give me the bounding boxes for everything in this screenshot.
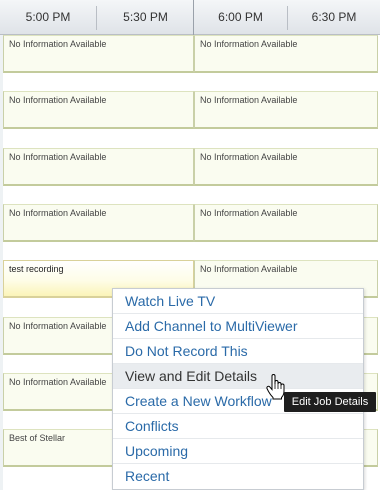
- program-cell[interactable]: No Information Available: [194, 35, 378, 73]
- program-cell[interactable]: No Information Available: [3, 91, 194, 129]
- menu-item-conflicts[interactable]: Conflicts: [113, 414, 363, 439]
- menu-item-recent[interactable]: Recent: [113, 464, 363, 489]
- menu-item-add-channel-to-multiviewer[interactable]: Add Channel to MultiViewer: [113, 314, 363, 339]
- time-slot-label: 6:00 PM: [218, 10, 263, 24]
- guide-row: No Information Available No Information …: [0, 91, 380, 147]
- menu-item-view-and-edit-details[interactable]: View and Edit Details: [113, 364, 363, 389]
- guide-row: No Information Available No Information …: [0, 204, 380, 260]
- time-slot-label: 6:30 PM: [311, 10, 357, 24]
- menu-item-upcoming[interactable]: Upcoming: [113, 439, 363, 464]
- menu-item-do-not-record-this[interactable]: Do Not Record This: [113, 339, 363, 364]
- program-cell[interactable]: No Information Available: [3, 204, 194, 242]
- time-slot-label: 5:00 PM: [25, 10, 71, 24]
- program-cell[interactable]: No Information Available: [194, 148, 378, 186]
- program-cell[interactable]: No Information Available: [3, 35, 194, 73]
- time-slot-label: 5:30 PM: [123, 10, 168, 24]
- guide-row: No Information Available No Information …: [0, 148, 380, 204]
- guide-row: No Information Available No Information …: [0, 35, 380, 91]
- program-cell[interactable]: No Information Available: [194, 91, 378, 129]
- tooltip: Edit Job Details: [284, 392, 376, 412]
- hand-pointer-icon: [266, 373, 288, 400]
- program-cell[interactable]: No Information Available: [194, 204, 378, 242]
- menu-item-watch-live-tv[interactable]: Watch Live TV: [113, 289, 363, 314]
- context-menu: Watch Live TV Add Channel to MultiViewer…: [112, 288, 364, 490]
- time-header: 5:00 PM 5:30 PM 6:00 PM 6:30 PM: [0, 0, 380, 35]
- program-cell[interactable]: No Information Available: [3, 148, 194, 186]
